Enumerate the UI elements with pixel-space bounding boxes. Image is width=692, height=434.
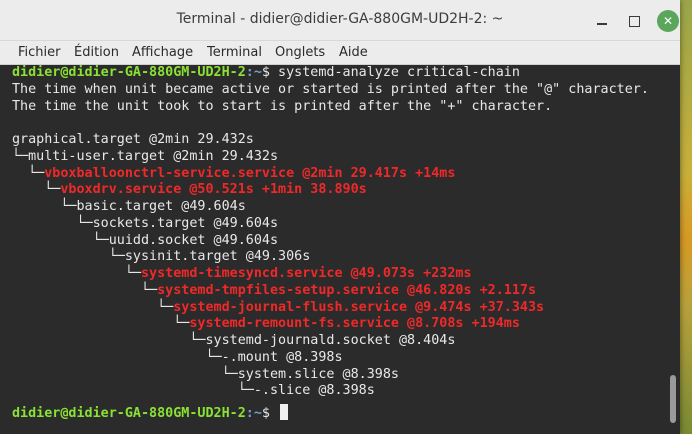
minimize-button[interactable] (592, 11, 612, 31)
unit-entry: graphical.target @2min 29.432s (12, 132, 254, 147)
chain-line: └─vboxdrv.service @50.521s +1min 38.890s (12, 182, 367, 199)
tree-connector: └─ (12, 148, 29, 164)
unit-entry: multi-user.target @2min 29.432s (28, 148, 279, 164)
unit-entry: vboxdrv.service @50.521s +1min 38.890s (60, 182, 367, 198)
unit-entry: uuidd.socket @49.604s (108, 232, 279, 248)
maximize-icon (628, 15, 640, 27)
tree-connector: └─ (12, 165, 45, 181)
prompt-path: :~ (245, 65, 262, 80)
close-button[interactable]: ✕ (657, 10, 679, 32)
unit-entry: basic.target @49.604s (76, 199, 246, 214)
unit-entry: systemd-journald.socket @8.404s (205, 333, 456, 348)
menu-edition[interactable]: Édition (74, 45, 119, 60)
tree-connector: └─ (12, 366, 238, 382)
unit-entry: systemd-journal-flush.service @9.474s +3… (173, 299, 545, 315)
unit-entry: vboxballoonctrl-service.service @2min 29… (44, 165, 456, 181)
chain-line: └─-.mount @8.398s (12, 349, 343, 367)
command-line: didier@didier-GA-880GM-UD2H-2:~$ systemd… (12, 65, 520, 82)
chain-line: └─vboxballoonctrl-service.service @2min … (12, 166, 455, 183)
tree-connector: └─ (12, 266, 141, 281)
chain-line: └─sysinit.target @49.306s (12, 249, 311, 266)
chain-line: └─uuidd.socket @49.604s (12, 233, 278, 250)
tree-connector: └─ (12, 232, 109, 248)
unit-entry: systemd-timesyncd.service @49.073s +232m… (141, 266, 472, 281)
info-line: The time the unit took to start is print… (12, 98, 553, 114)
chain-line: └─systemd-journal-flush.service @9.474s … (12, 300, 544, 317)
prompt-user: didier@didier-GA-880GM-UD2H-2 (12, 65, 246, 80)
info-line: The time when unit became active or star… (12, 81, 649, 97)
chain-line: └─systemd-tmpfiles-setup.service @46.820… (12, 283, 536, 300)
chain-line: └─systemd-timesyncd.service @49.073s +23… (12, 266, 472, 283)
tree-connector: └─ (12, 316, 190, 332)
unit-entry: systemd-tmpfiles-setup.service @46.820s … (157, 282, 537, 298)
chain-line: graphical.target @2min 29.432s (12, 132, 254, 149)
scrollbar-thumb[interactable] (670, 375, 676, 423)
active-prompt-line: didier@didier-GA-880GM-UD2H-2:~$ (12, 403, 289, 423)
scrollbar[interactable] (666, 65, 680, 434)
unit-entry: -.mount @8.398s (221, 349, 343, 365)
unit-entry: sockets.target @49.604s (92, 215, 279, 231)
tree-connector: └─ (12, 199, 77, 214)
close-icon: ✕ (662, 14, 674, 28)
tree-connector: └─ (12, 333, 206, 348)
menu-aide[interactable]: Aide (339, 45, 368, 60)
minimize-icon (597, 23, 607, 25)
tree-connector: └─ (12, 182, 61, 198)
unit-entry: -.slice @8.398s (253, 383, 375, 399)
tree-connector: └─ (12, 249, 125, 265)
unit-entry: system.slice @8.398s (237, 366, 399, 382)
maximize-button[interactable] (624, 11, 644, 31)
prompt-symbol: $ (261, 405, 270, 421)
chain-line: └─-.slice @8.398s (12, 383, 375, 400)
menu-onglets[interactable]: Onglets (275, 45, 325, 60)
menu-fichier[interactable]: Fichier (18, 45, 61, 60)
terminal-window: Terminal - didier@didier-GA-880GM-UD2H-2… (0, 0, 680, 434)
menu-bar: Fichier Édition Affichage Terminal Ongle… (0, 41, 680, 65)
chain-line: └─system.slice @8.398s (12, 367, 399, 384)
menu-affichage[interactable]: Affichage (132, 45, 193, 60)
prompt-symbol: $ (261, 65, 270, 80)
chain-line: └─sockets.target @49.604s (12, 216, 278, 233)
chain-line: └─multi-user.target @2min 29.432s (12, 149, 278, 166)
title-bar[interactable]: Terminal - didier@didier-GA-880GM-UD2H-2… (0, 0, 680, 41)
chain-line: └─systemd-remount-fs.service @8.708s +19… (12, 316, 520, 333)
tree-connector: └─ (12, 282, 158, 298)
window-title: Terminal - didier@didier-GA-880GM-UD2H-2… (176, 11, 504, 27)
prompt-path: :~ (245, 405, 262, 421)
tree-connector: └─ (12, 215, 93, 231)
tree-connector: └─ (12, 349, 222, 365)
chain-line: └─systemd-journald.socket @8.404s (12, 333, 455, 350)
tree-connector: └─ (12, 383, 254, 399)
command-text: systemd-analyze critical-chain (269, 65, 520, 80)
terminal-output[interactable]: didier@didier-GA-880GM-UD2H-2:~$ systemd… (0, 65, 666, 434)
unit-entry: systemd-remount-fs.service @8.708s +194m… (189, 316, 520, 332)
unit-entry: sysinit.target @49.306s (124, 249, 311, 265)
menu-terminal[interactable]: Terminal (207, 45, 262, 60)
text-cursor (280, 403, 289, 420)
desktop-wallpaper (678, 0, 692, 434)
prompt-user: didier@didier-GA-880GM-UD2H-2 (12, 405, 246, 421)
tree-connector: └─ (12, 299, 174, 315)
chain-line: └─basic.target @49.604s (12, 199, 246, 216)
